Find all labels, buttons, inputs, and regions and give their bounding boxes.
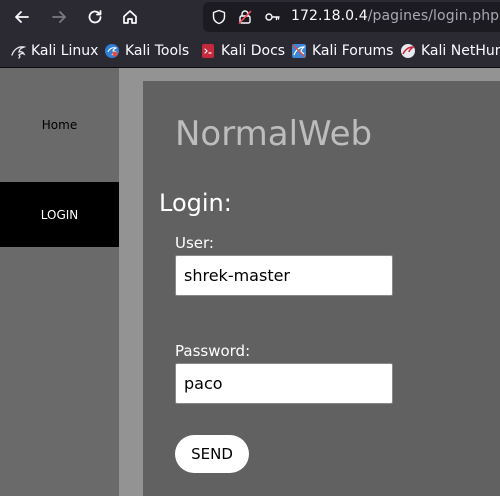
form-heading: Login: <box>159 189 232 217</box>
bookmark-kali-linux[interactable]: Kali Linux <box>10 42 98 60</box>
url-host: 172.18.0.4 <box>291 8 368 24</box>
kali-dragon-icon <box>11 46 26 59</box>
sidebar-nav: Home LOGIN <box>0 68 119 496</box>
kali-tools-icon <box>105 44 119 58</box>
user-field[interactable] <box>175 255 393 296</box>
bookmark-kali-docs[interactable]: Kali Docs <box>200 42 285 60</box>
bookmark-label: Kali Docs <box>221 43 286 59</box>
home-button[interactable] <box>118 5 142 29</box>
password-field[interactable] <box>175 363 393 404</box>
sidebar-item-login[interactable]: LOGIN <box>0 182 119 247</box>
kali-forums-icon <box>292 44 306 58</box>
bookmarks-bar: Kali Linux Kali Tools Kali Docs Kali For… <box>0 34 500 68</box>
user-label: User: <box>175 234 214 252</box>
bookmark-kali-forums[interactable]: Kali Forums <box>291 42 393 60</box>
url-bar[interactable]: 172.18.0.4/pagines/login.php <box>203 2 500 32</box>
kali-nethunter-icon <box>401 44 415 58</box>
bookmark-kali-tools[interactable]: Kali Tools <box>104 42 189 60</box>
bookmark-label: Kali Linux <box>31 43 99 59</box>
sidebar-item-home[interactable]: Home <box>0 89 119 161</box>
insecure-lock-icon[interactable] <box>237 9 253 25</box>
reload-icon <box>88 10 102 24</box>
shield-icon[interactable] <box>211 9 227 25</box>
kali-docs-icon <box>202 44 214 58</box>
home-icon <box>123 10 137 24</box>
bookmark-label: Kali NetHunter <box>421 43 500 59</box>
url-path: /pagines/login.php <box>367 8 500 24</box>
web-page: Home LOGIN NormalWeb Login: User: Passwo… <box>0 68 500 496</box>
key-icon[interactable] <box>264 9 280 25</box>
url-text[interactable]: 172.18.0.4/pagines/login.php <box>291 8 499 24</box>
main-content: NormalWeb Login: User: Password: SEND <box>143 81 500 496</box>
browser-toolbar: 172.18.0.4/pagines/login.php <box>0 0 500 34</box>
bookmark-label: Kali Tools <box>125 43 190 59</box>
send-button[interactable]: SEND <box>175 435 249 473</box>
reload-button[interactable] <box>83 5 107 29</box>
back-button[interactable] <box>10 5 34 29</box>
password-label: Password: <box>175 342 251 360</box>
forward-arrow-icon <box>52 11 66 23</box>
bookmark-kali-nethunter[interactable]: Kali NetHunter <box>400 42 500 60</box>
forward-button[interactable] <box>47 5 71 29</box>
back-arrow-icon <box>15 11 29 23</box>
site-title: NormalWeb <box>175 114 373 154</box>
bookmark-label: Kali Forums <box>312 43 394 59</box>
